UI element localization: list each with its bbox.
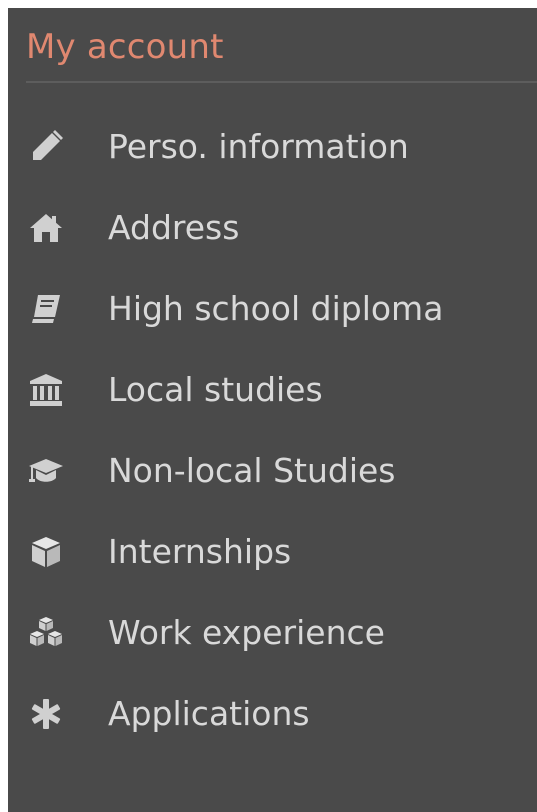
sidebar-item-label: Applications [108, 694, 310, 733]
sidebar-item-label: Non-local Studies [108, 451, 396, 490]
asterisk-icon [23, 694, 69, 734]
sidebar-menu: Perso. information Address High school d… [8, 107, 537, 755]
sidebar-item-work-experience[interactable]: Work experience [8, 593, 537, 674]
graduation-cap-icon [23, 451, 69, 491]
sidebar-item-label: Local studies [108, 370, 323, 409]
sidebar-title: My account [26, 27, 224, 67]
cubes-icon [23, 613, 69, 653]
sidebar-item-non-local-studies[interactable]: Non-local Studies [8, 431, 537, 512]
sidebar-item-address[interactable]: Address [8, 188, 537, 269]
sidebar-item-label: Perso. information [108, 127, 409, 166]
sidebar-item-label: High school diploma [108, 289, 444, 328]
sidebar-item-local-studies[interactable]: Local studies [8, 350, 537, 431]
book-icon [23, 289, 69, 329]
sidebar-item-internships[interactable]: Internships [8, 512, 537, 593]
university-icon [23, 370, 69, 410]
sidebar-divider [26, 81, 537, 83]
sidebar-item-perso-information[interactable]: Perso. information [8, 107, 537, 188]
home-icon [23, 208, 69, 248]
sidebar-item-label: Address [108, 208, 240, 247]
cube-icon [23, 532, 69, 572]
sidebar-item-label: Internships [108, 532, 292, 571]
sidebar-item-label: Work experience [108, 613, 385, 652]
sidebar-item-applications[interactable]: Applications [8, 674, 537, 755]
sidebar-item-high-school-diploma[interactable]: High school diploma [8, 269, 537, 350]
pencil-icon [23, 127, 69, 167]
account-sidebar: My account Perso. information Address Hi… [8, 8, 537, 812]
